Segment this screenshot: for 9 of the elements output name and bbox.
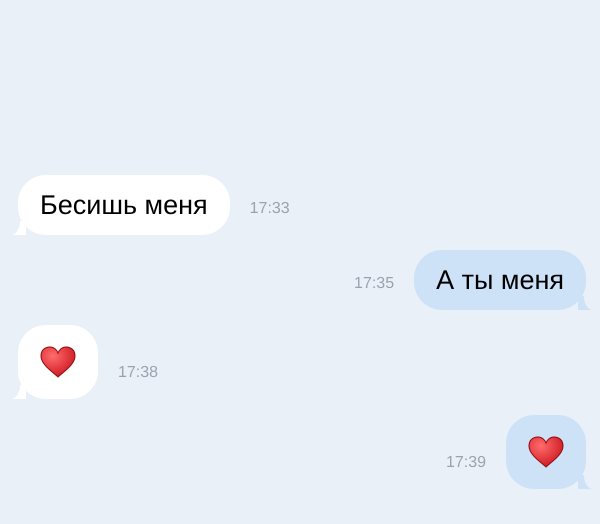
- message-time: 17:35: [354, 274, 394, 294]
- message-bubble: А ты меня: [414, 250, 586, 310]
- message-time: 17:38: [118, 363, 158, 383]
- bubble-tail: [578, 296, 592, 310]
- message-time: 17:39: [446, 453, 486, 473]
- message-time: 17:33: [250, 199, 290, 219]
- heart-icon: [528, 436, 564, 468]
- message-bubble: Бесишь меня: [18, 175, 230, 235]
- heart-icon: [40, 346, 76, 378]
